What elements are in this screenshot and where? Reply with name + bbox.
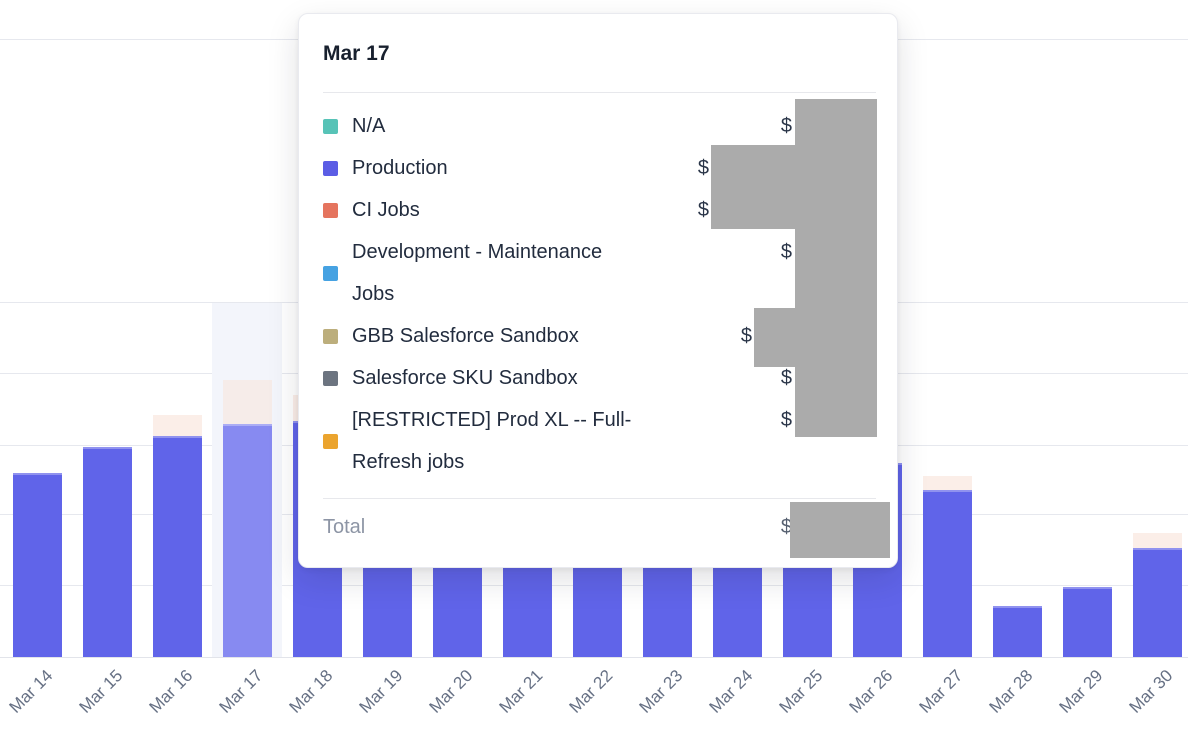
x-axis-label: Mar 22 xyxy=(566,666,618,718)
series-label: Production xyxy=(352,147,698,189)
bar-ci-segment[interactable] xyxy=(923,476,972,490)
tooltip-row: N/A$ xyxy=(323,105,876,147)
redaction-overlay xyxy=(711,145,795,229)
x-axis-label: Mar 27 xyxy=(916,666,968,718)
bar[interactable] xyxy=(223,424,272,657)
series-color-swatch xyxy=(323,434,338,449)
x-axis-label: Mar 16 xyxy=(146,666,198,718)
series-color-swatch xyxy=(323,329,338,344)
tooltip-row: [RESTRICTED] Prod XL -- Full- Refresh jo… xyxy=(323,399,876,483)
bar-ci-segment[interactable] xyxy=(1133,533,1182,548)
x-axis-label: Mar 20 xyxy=(426,666,478,718)
series-color-swatch xyxy=(323,119,338,134)
series-label: [RESTRICTED] Prod XL -- Full- Refresh jo… xyxy=(352,399,720,483)
x-axis-label: Mar 19 xyxy=(356,666,408,718)
bar[interactable] xyxy=(993,606,1042,657)
x-axis-label: Mar 25 xyxy=(776,666,828,718)
series-color-swatch xyxy=(323,266,338,281)
x-axis-label: Mar 29 xyxy=(1056,666,1108,718)
x-axis-label: Mar 26 xyxy=(846,666,898,718)
series-label: GBB Salesforce Sandbox xyxy=(352,315,720,357)
series-label: Salesforce SKU Sandbox xyxy=(352,357,720,399)
bar[interactable] xyxy=(13,473,62,657)
x-axis-label: Mar 28 xyxy=(986,666,1038,718)
x-axis-label: Mar 15 xyxy=(76,666,128,718)
bar[interactable] xyxy=(153,436,202,657)
bar[interactable] xyxy=(1063,587,1112,657)
x-axis-label: Mar 14 xyxy=(6,666,58,718)
redaction-overlay xyxy=(790,502,890,558)
redaction-overlay xyxy=(754,308,795,367)
x-axis-label: Mar 21 xyxy=(496,666,548,718)
x-axis-label: Mar 23 xyxy=(636,666,688,718)
tooltip-total-divider xyxy=(323,498,876,499)
series-color-swatch xyxy=(323,203,338,218)
tooltip-row: Development - Maintenance Jobs$ xyxy=(323,231,876,315)
x-axis-label: Mar 17 xyxy=(216,666,268,718)
series-color-swatch xyxy=(323,371,338,386)
series-label: CI Jobs xyxy=(352,189,698,231)
bar[interactable] xyxy=(923,490,972,657)
bar[interactable] xyxy=(83,447,132,657)
x-axis-label: Mar 18 xyxy=(286,666,338,718)
x-axis-label: Mar 30 xyxy=(1126,666,1178,718)
redaction-overlay xyxy=(795,99,877,437)
series-label: N/A xyxy=(352,105,720,147)
chart-tooltip: Mar 17 N/A$Production$CI Jobs$Developmen… xyxy=(298,13,898,568)
tooltip-title: Mar 17 xyxy=(323,40,876,68)
series-color-swatch xyxy=(323,161,338,176)
bar[interactable] xyxy=(1133,548,1182,657)
total-label: Total xyxy=(323,505,691,549)
series-label: Development - Maintenance Jobs xyxy=(352,231,720,315)
bar-ci-segment[interactable] xyxy=(223,380,272,424)
bar-ci-segment[interactable] xyxy=(153,415,202,436)
x-axis-label: Mar 24 xyxy=(706,666,758,718)
x-axis-line xyxy=(0,657,1188,658)
tooltip-divider xyxy=(323,92,876,93)
